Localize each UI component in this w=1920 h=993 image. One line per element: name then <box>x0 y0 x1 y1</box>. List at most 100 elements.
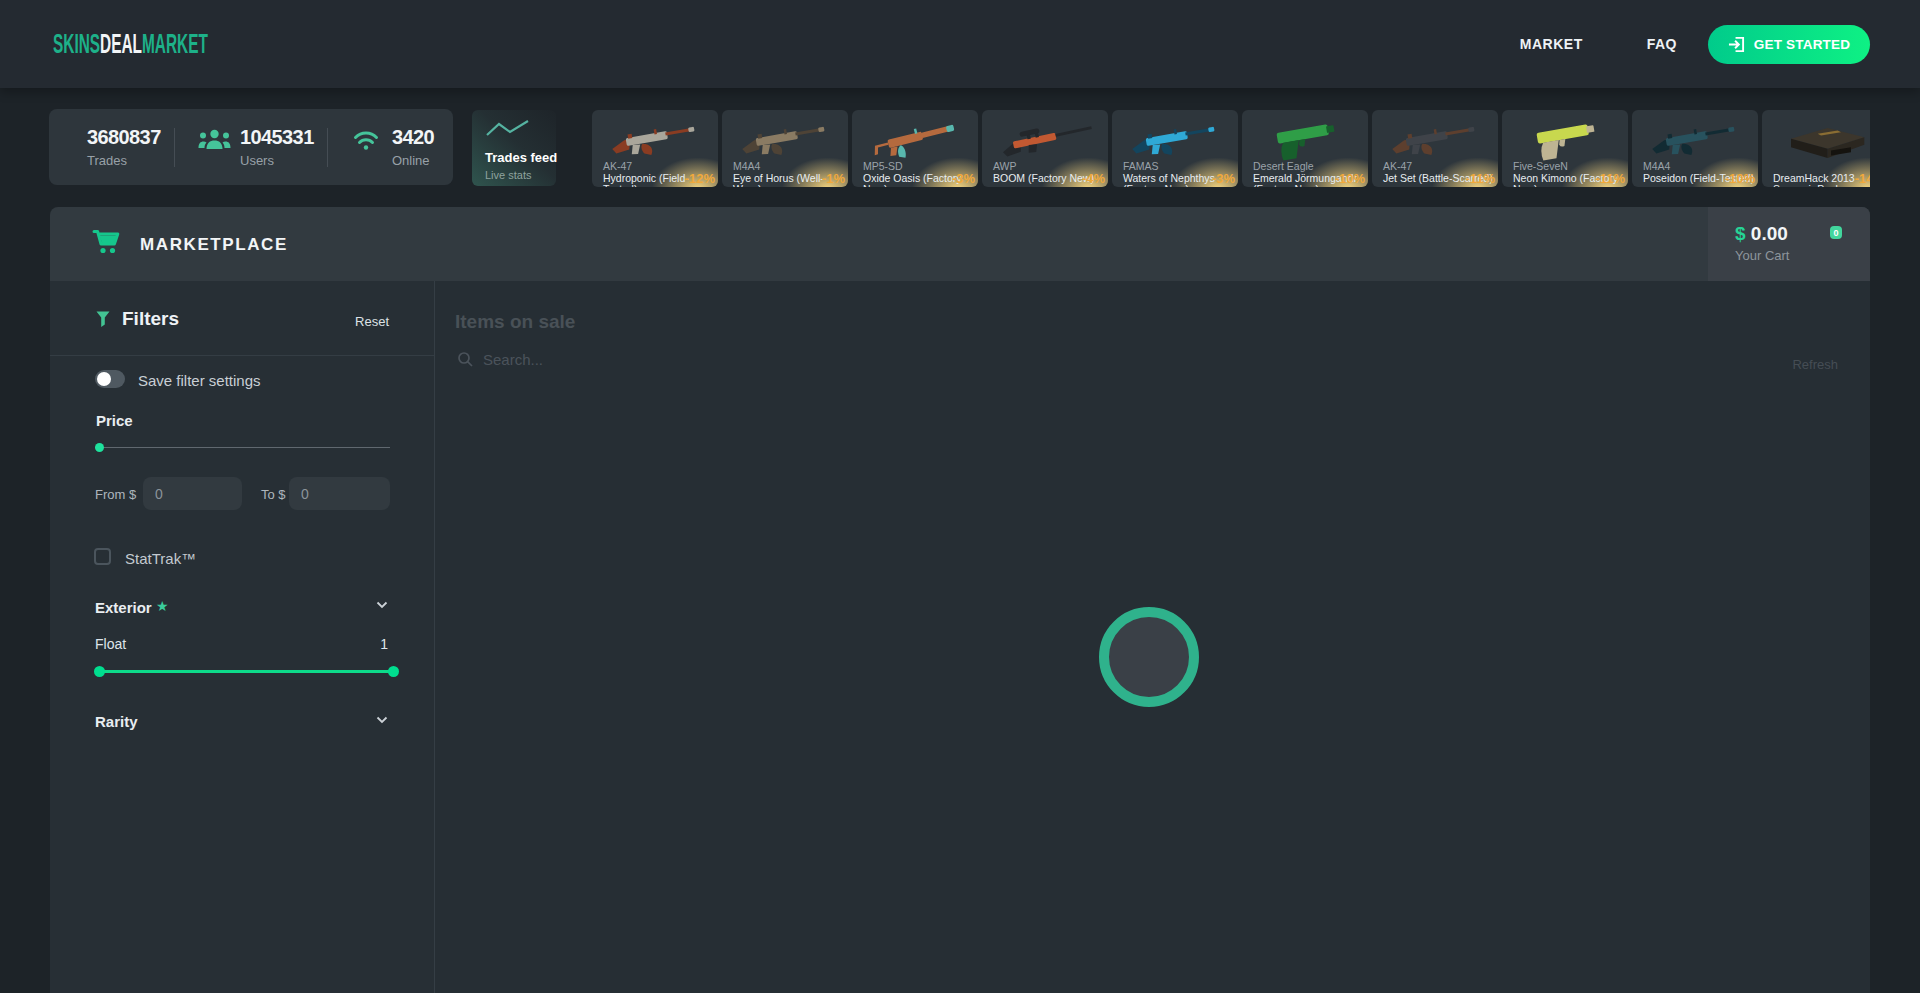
marketplace-bar: MARKETPLACE $ 0.00 Your Cart 0 <box>50 207 1870 281</box>
item-discount: -1% <box>822 171 845 186</box>
items-on-sale-title: Items on sale <box>455 311 575 333</box>
price-slider-knob[interactable] <box>95 443 104 452</box>
item-card[interactable]: Five-SeveN Neon Kimono (Factory New) -11… <box>1502 110 1628 187</box>
item-card[interactable]: AK-47 Jet Set (Battle-Scarred) -11% <box>1372 110 1498 187</box>
logo-skins: SKINS <box>53 28 100 59</box>
exterior-chevron-icon[interactable] <box>376 601 388 609</box>
trades-feed-card[interactable]: Trades feed Live stats <box>472 110 556 186</box>
nav-market[interactable]: MARKET <box>1520 36 1583 52</box>
item-discount: -12% <box>685 171 715 186</box>
item-card[interactable]: Desert Eagle Emerald Jörmungandr (Factor… <box>1242 110 1368 187</box>
price-from-input[interactable] <box>143 477 242 510</box>
filters-sidebar: Filters Reset Save filter settings Price… <box>50 281 435 993</box>
float-slider-knob-max[interactable] <box>388 666 399 677</box>
stat-online-value: 3420 <box>392 126 434 149</box>
cart-badge: 0 <box>1830 226 1842 239</box>
wifi-icon <box>353 129 379 150</box>
item-discount: -14% <box>1855 171 1870 186</box>
item-discount: -3% <box>952 171 975 186</box>
item-discount: -3% <box>1212 171 1235 186</box>
users-icon <box>198 128 231 150</box>
items-strip: AK-47 Hydroponic (Field-Tested) -12% M4A… <box>592 110 1870 187</box>
rarity-chevron-icon[interactable] <box>376 716 388 724</box>
item-card[interactable]: AK-47 Hydroponic (Field-Tested) -12% <box>592 110 718 187</box>
filters-divider <box>50 355 434 356</box>
search-icon <box>458 352 473 367</box>
item-discount: -11% <box>1595 171 1625 186</box>
header: SKINSDEALMARKET MARKET FAQ GET STARTED <box>0 0 1920 88</box>
price-label: Price <box>96 412 133 429</box>
rarity-label: Rarity <box>95 713 138 730</box>
item-discount: -4% <box>1082 171 1105 186</box>
loading-spinner <box>1099 607 1199 707</box>
price-to-input[interactable] <box>289 477 390 510</box>
save-filter-toggle[interactable] <box>95 370 125 388</box>
filters-title: Filters <box>122 308 179 330</box>
item-discount: -11% <box>1465 171 1495 186</box>
price-from-label: From $ <box>95 487 136 502</box>
refresh-button[interactable]: Refresh <box>1792 357 1838 372</box>
item-image <box>606 113 706 163</box>
stat-online-label: Online <box>392 153 430 168</box>
float-label: Float <box>95 636 126 652</box>
stat-users-label: Users <box>240 153 274 168</box>
header-nav: MARKET FAQ GET STARTED <box>1520 25 1870 64</box>
toggle-knob <box>97 372 111 386</box>
get-started-label: GET STARTED <box>1754 37 1850 52</box>
item-image <box>866 113 966 163</box>
item-card[interactable]: AWP BOOM (Factory New) -4% <box>982 110 1108 187</box>
item-image <box>736 113 836 163</box>
stattrak-label: StatTrak™ <box>125 550 196 567</box>
item-image <box>1776 113 1870 163</box>
main-panel: Items on sale Refresh <box>435 281 1870 993</box>
price-slider-track[interactable] <box>95 447 390 448</box>
stat-trades-value: 3680837 <box>87 126 161 149</box>
stats-divider-2 <box>327 128 328 167</box>
search-input[interactable] <box>483 351 783 368</box>
float-slider-knob-min[interactable] <box>94 666 105 677</box>
trades-feed-title: Trades feed <box>485 150 543 165</box>
save-filter-label: Save filter settings <box>138 372 261 389</box>
cart-icon <box>92 229 120 255</box>
cart-label: Your Cart <box>1735 248 1789 263</box>
cart-value: 0.00 <box>1751 223 1788 244</box>
exterior-label: Exterior <box>95 599 152 616</box>
logo-market: MARKET <box>142 28 208 59</box>
item-image <box>1126 113 1226 163</box>
stats-divider-1 <box>174 128 175 167</box>
filters-reset-button[interactable]: Reset <box>355 314 389 329</box>
trades-feed-subtitle: Live stats <box>485 169 543 181</box>
stats-card: 3680837 Trades 1045331 Users 3420 Online <box>49 109 453 185</box>
logo[interactable]: SKINSDEALMARKET <box>53 28 208 60</box>
item-image <box>1516 113 1616 163</box>
get-started-button[interactable]: GET STARTED <box>1708 25 1870 64</box>
filter-icon <box>96 311 110 328</box>
cart-amount: $ 0.00 <box>1735 223 1788 245</box>
stattrak-checkbox[interactable] <box>94 548 111 565</box>
stat-trades-label: Trades <box>87 153 127 168</box>
float-slider-track[interactable] <box>95 670 394 673</box>
float-value: 1 <box>380 636 388 652</box>
search-bar <box>458 351 783 368</box>
item-card[interactable]: MP5-SD Oxide Oasis (Factory New) -3% <box>852 110 978 187</box>
item-discount: -10% <box>1335 171 1365 186</box>
logo-deal: DEAL <box>100 28 142 59</box>
item-card[interactable]: M4A4 Eye of Horus (Well-Worn) -1% <box>722 110 848 187</box>
star-icon: ★ <box>156 598 169 614</box>
item-discount: -10% <box>1725 171 1755 186</box>
item-image <box>1646 113 1746 163</box>
item-image <box>1256 113 1356 163</box>
price-to-label: To $ <box>261 487 286 502</box>
nav-faq[interactable]: FAQ <box>1647 36 1677 52</box>
content: Filters Reset Save filter settings Price… <box>50 281 1870 993</box>
cart-currency: $ <box>1735 223 1746 244</box>
marketplace-title: MARKETPLACE <box>140 235 288 255</box>
item-image <box>1386 113 1486 163</box>
chart-line-icon <box>485 119 531 139</box>
item-card[interactable]: DreamHack 2013 Souvenir Package -14% <box>1762 110 1870 187</box>
login-icon <box>1728 36 1745 53</box>
item-card[interactable]: FAMAS Waters of Nephthys (Factory New) -… <box>1112 110 1238 187</box>
cart-panel[interactable]: $ 0.00 Your Cart 0 <box>1708 207 1870 281</box>
item-image <box>996 113 1096 163</box>
item-card[interactable]: M4A4 Poseidon (Field-Tested) -10% <box>1632 110 1758 187</box>
